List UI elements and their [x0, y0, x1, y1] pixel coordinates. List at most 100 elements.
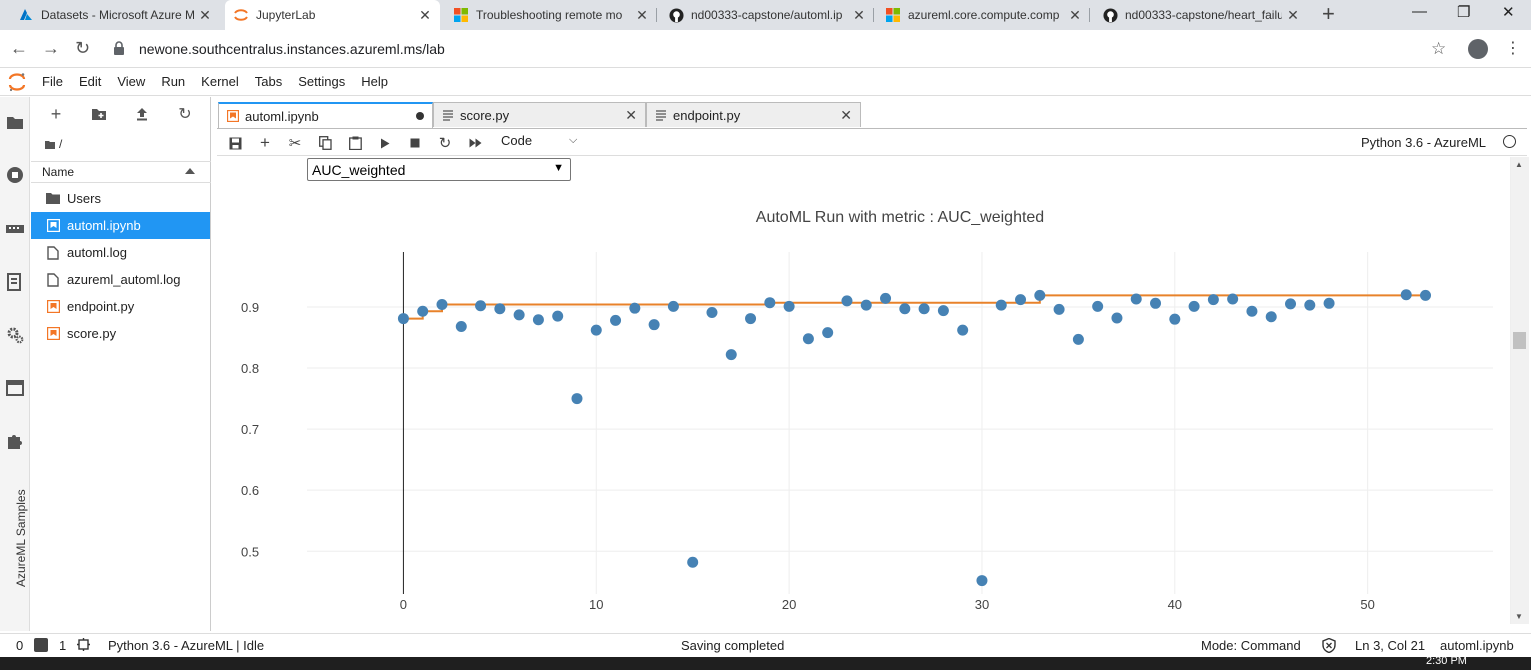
terminal-count[interactable]: 0 [16, 638, 23, 653]
close-tab-icon[interactable]: ✕ [418, 7, 432, 24]
browser-tab-azureml-compute[interactable]: azureml.core.compute.comp ✕ [877, 0, 1090, 30]
file-item-endpoint-py[interactable]: endpoint.py [31, 293, 210, 320]
file-icon [46, 272, 60, 287]
browser-tab-datasets[interactable]: Datasets - Microsoft Azure M ✕ [10, 0, 220, 30]
close-tab-icon[interactable]: ✕ [852, 7, 866, 24]
cut-icon[interactable]: ✂ [287, 135, 303, 152]
paste-icon[interactable] [347, 135, 363, 151]
run-point [610, 314, 622, 326]
commands-icon[interactable] [5, 219, 25, 239]
menu-help[interactable]: Help [353, 74, 396, 89]
minimize-button[interactable]: — [1412, 3, 1427, 20]
run-point [590, 324, 602, 336]
menu-edit[interactable]: Edit [71, 74, 109, 89]
menu-view[interactable]: View [109, 74, 153, 89]
scrollbar-thumb[interactable] [1513, 332, 1526, 349]
file-item-azureml-automl-log[interactable]: azureml_automl.log [31, 266, 210, 293]
menu-file[interactable]: File [34, 74, 71, 89]
stop-icon[interactable] [407, 135, 423, 151]
refresh-icon[interactable]: ↻ [176, 105, 194, 123]
close-icon[interactable]: ✕ [840, 107, 852, 124]
save-icon[interactable] [227, 135, 243, 151]
run-point [976, 575, 988, 587]
file-item-score-py[interactable]: score.py [31, 320, 210, 347]
run-point [475, 300, 487, 312]
running-sessions-icon[interactable] [5, 165, 25, 185]
close-tab-icon[interactable]: ✕ [1286, 7, 1300, 24]
x-tick-label: 40 [1168, 597, 1182, 612]
bookmark-star-icon[interactable]: ☆ [1431, 39, 1446, 59]
file-item-automl-ipynb[interactable]: automl.ipynb [31, 212, 210, 239]
menu-kernel[interactable]: Kernel [193, 74, 247, 89]
kernel-name[interactable]: Python 3.6 - AzureML [1361, 135, 1486, 150]
y-tick-label: 0.6 [241, 483, 259, 498]
tab-score-py[interactable]: score.py ✕ [433, 102, 646, 127]
browser-menu-icon[interactable]: ⋮ [1505, 38, 1521, 58]
back-button[interactable]: ← [10, 38, 28, 59]
cell-type-dropdown[interactable]: Code [501, 133, 532, 148]
run-icon[interactable] [377, 135, 393, 151]
forward-button[interactable]: → [42, 38, 60, 59]
browser-tab-github-automl[interactable]: nd00333-capstone/automl.ip ✕ [660, 0, 874, 30]
run-point [860, 299, 872, 311]
close-icon[interactable]: ✕ [625, 107, 637, 124]
gear-icon[interactable] [5, 325, 25, 345]
menu-run[interactable]: Run [153, 74, 193, 89]
close-tab-icon[interactable]: ✕ [635, 7, 649, 24]
cursor-position[interactable]: Ln 3, Col 21 [1355, 638, 1425, 653]
run-point [1111, 312, 1123, 324]
browser-tab-troubleshooting[interactable]: Troubleshooting remote mo ✕ [445, 0, 657, 30]
menu-tabs[interactable]: Tabs [247, 74, 290, 89]
notebook-icon [46, 219, 60, 233]
run-point [648, 319, 660, 331]
file-item-automl-log[interactable]: automl.log [31, 239, 210, 266]
reload-button[interactable]: ↻ [75, 38, 90, 59]
screen: Datasets - Microsoft Azure M ✕ JupyterLa… [0, 0, 1531, 670]
window-close-button[interactable]: ✕ [1502, 3, 1515, 21]
scroll-down-icon[interactable]: ▼ [1515, 612, 1523, 621]
kernel-count[interactable]: 1 [59, 638, 66, 653]
unsaved-indicator-icon[interactable] [416, 112, 424, 120]
insert-cell-button[interactable]: + [257, 133, 273, 152]
scroll-up-icon[interactable]: ▲ [1515, 160, 1523, 169]
close-tab-icon[interactable]: ✕ [1068, 7, 1082, 24]
copy-icon[interactable] [317, 135, 333, 151]
folder-icon[interactable] [5, 112, 25, 132]
extension-manager-icon[interactable] [5, 431, 25, 451]
browser-tab-github-heart-failure[interactable]: nd00333-capstone/heart_failu ✕ [1094, 0, 1308, 30]
browser-tab-jupyterlab[interactable]: JupyterLab ✕ [225, 0, 440, 30]
file-item-users[interactable]: Users [31, 185, 210, 212]
kernel-status[interactable]: Python 3.6 - AzureML | Idle [108, 638, 264, 653]
fast-forward-icon[interactable] [467, 135, 483, 151]
new-tab-button[interactable]: + [1322, 3, 1335, 25]
url-field[interactable]: newone.southcentralus.instances.azureml.… [107, 35, 1459, 63]
folder-icon [46, 192, 60, 206]
run-point [880, 292, 892, 304]
property-inspector-icon[interactable] [5, 272, 25, 292]
chevron-down-icon[interactable]: ⌵ [569, 134, 577, 147]
azureml-samples-tab[interactable]: AzureML Samples [14, 489, 28, 587]
tabs-icon[interactable] [5, 378, 25, 398]
notebook-icon [226, 109, 240, 123]
name-column-header[interactable]: Name [31, 161, 211, 183]
upload-icon[interactable] [133, 105, 151, 123]
x-tick-label: 30 [975, 597, 989, 612]
new-launcher-button[interactable]: + [47, 104, 65, 124]
tab-automl-ipynb[interactable]: automl.ipynb [218, 102, 433, 128]
breadcrumb[interactable]: / [45, 137, 62, 151]
sort-caret-icon [185, 168, 195, 174]
close-tab-icon[interactable]: ✕ [198, 7, 212, 24]
tab-endpoint-py[interactable]: endpoint.py ✕ [646, 102, 861, 127]
mode-indicator[interactable]: Mode: Command [1201, 638, 1301, 653]
run-point [1420, 289, 1432, 301]
menu-settings[interactable]: Settings [290, 74, 353, 89]
new-folder-icon[interactable] [90, 105, 108, 123]
run-point [494, 303, 506, 315]
profile-avatar[interactable] [1468, 39, 1488, 59]
run-points [397, 289, 1432, 587]
address-bar: ← → ↻ newone.southcentralus.instances.az… [0, 30, 1531, 68]
restore-button[interactable]: ❐ [1457, 3, 1470, 21]
restart-kernel-icon[interactable]: ↻ [437, 135, 453, 152]
security-shield-icon[interactable] [1322, 637, 1336, 656]
notebook-scrollbar[interactable]: ▲ ▼ [1511, 157, 1529, 624]
